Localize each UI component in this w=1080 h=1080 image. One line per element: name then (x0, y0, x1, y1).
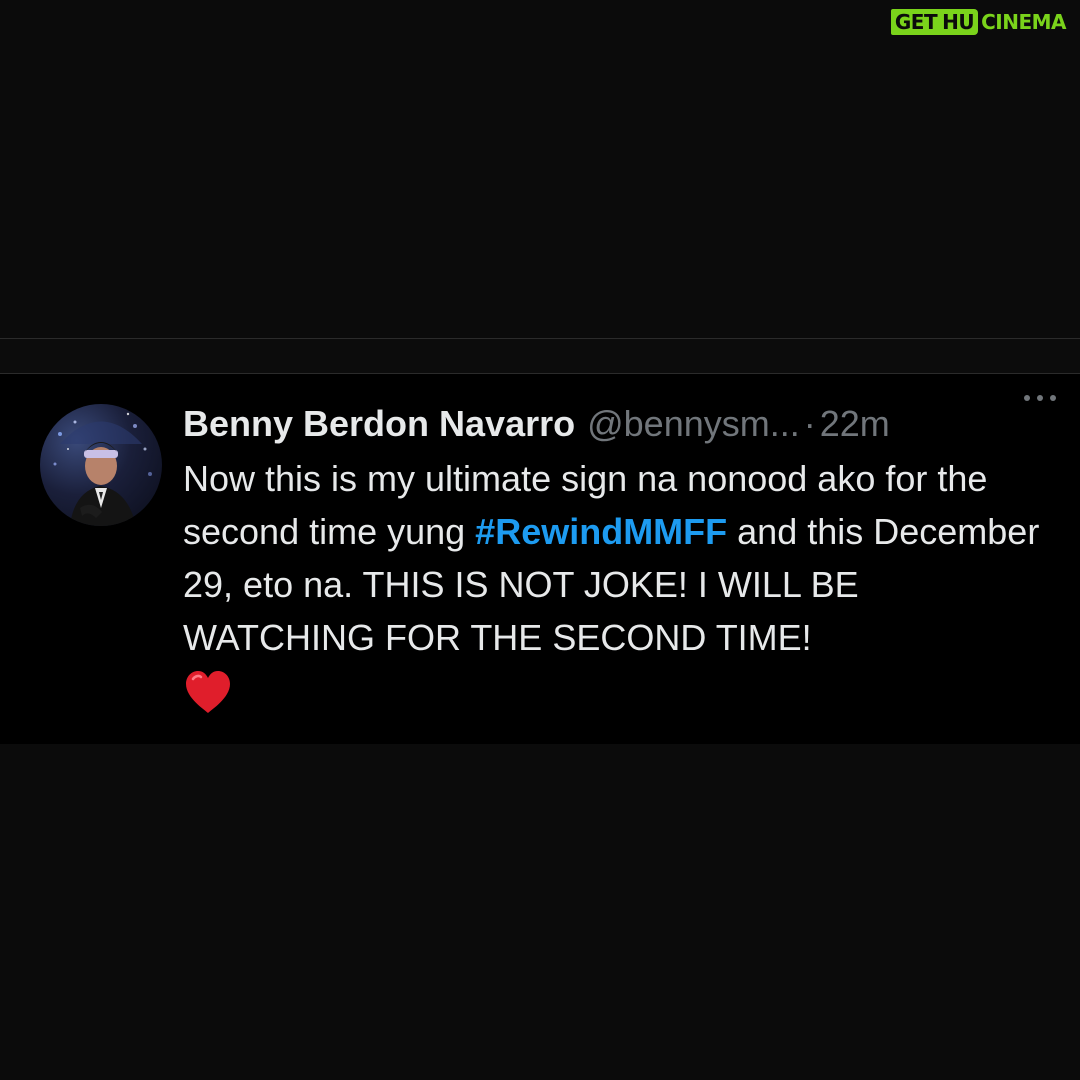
red-heart-icon (186, 671, 230, 713)
hashtag-link[interactable]: #RewindMMFF (475, 511, 727, 552)
tweet-header: Benny Berdon Navarro @bennysm... · 22m (183, 402, 1053, 446)
author-handle[interactable]: @bennysm... (587, 402, 800, 446)
header-separator: · (803, 403, 816, 444)
avatar-photo-icon (53, 412, 152, 526)
watermark-part-get: GET (890, 9, 941, 35)
tweet-card[interactable]: Benny Berdon Navarro @bennysm... · 22m N… (0, 374, 1080, 744)
author-name[interactable]: Benny Berdon Navarro (183, 402, 575, 446)
screenshot-canvas: GET HU CINEMA Benny Berdon Navarro @benn… (0, 0, 1080, 1080)
watermark-part-hu: HU (940, 9, 979, 35)
tweet-timestamp[interactable]: 22m (820, 402, 890, 446)
gethu-cinema-watermark: GET HU CINEMA (890, 9, 1066, 35)
tweet-text: Now this is my ultimate sign na nonood a… (183, 452, 1043, 664)
tweet-body: Benny Berdon Navarro @bennysm... · 22m N… (183, 402, 1053, 716)
timeline-divider (0, 338, 1080, 374)
more-options-button[interactable] (1020, 386, 1060, 410)
more-horizontal-icon (1024, 395, 1056, 401)
watermark-part-cinema: CINEMA (981, 10, 1066, 34)
avatar[interactable] (40, 404, 162, 526)
